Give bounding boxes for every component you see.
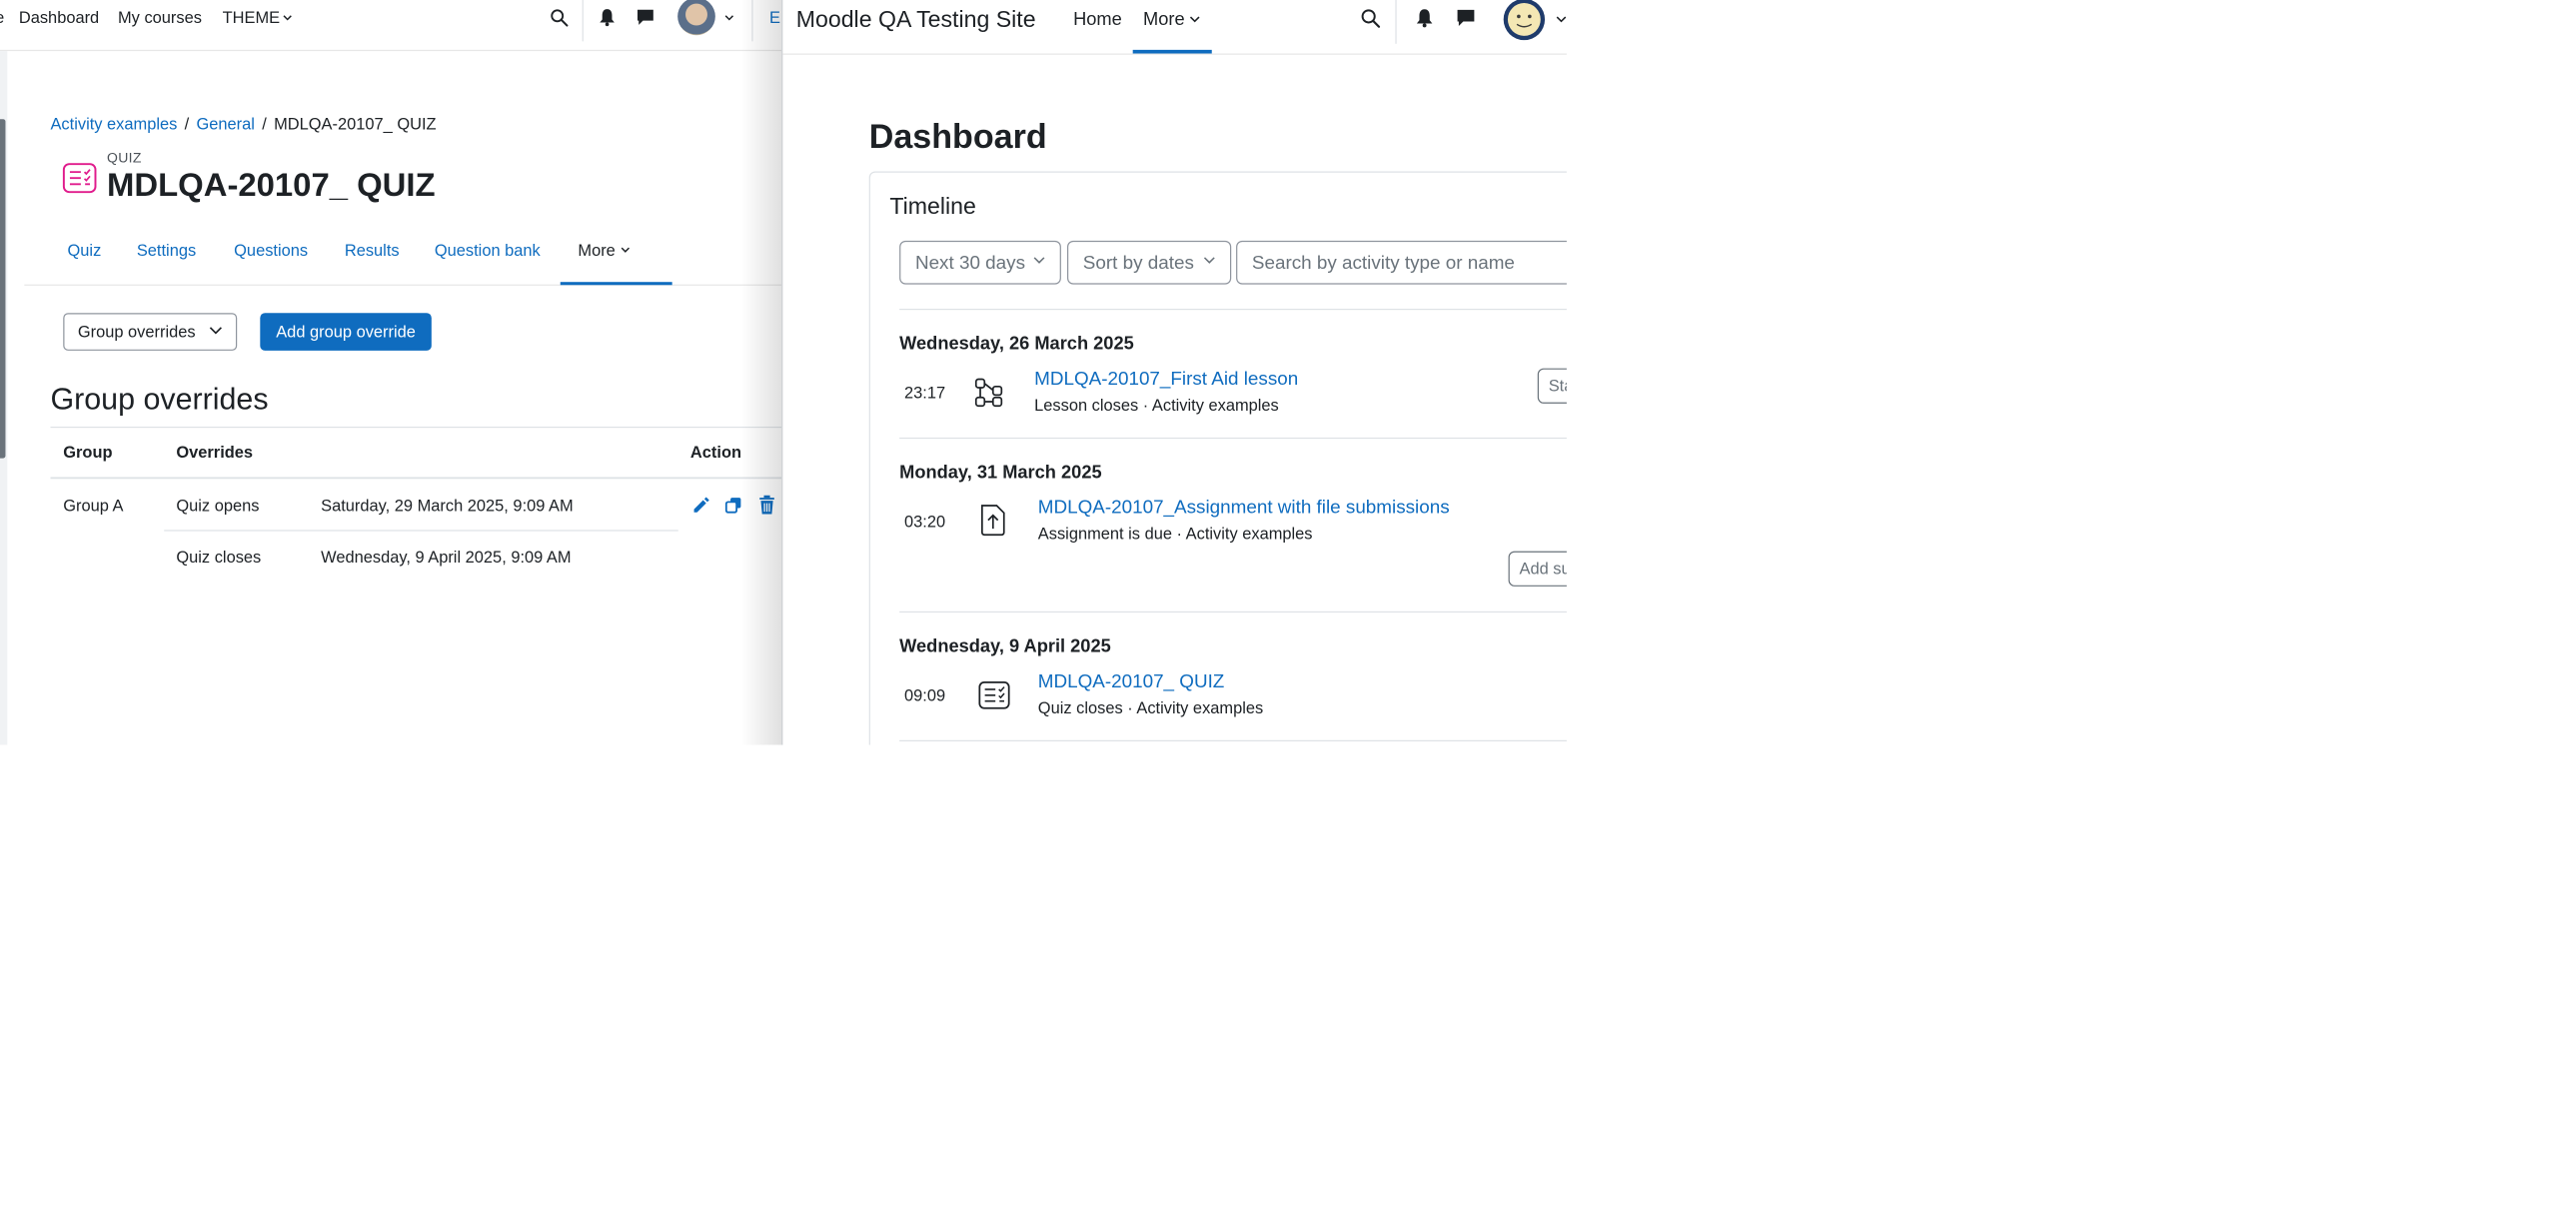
column-header-group: Group [63,443,113,462]
timeline-divider [899,437,1567,440]
event-action-button[interactable]: Add su [1508,551,1567,587]
breadcrumb-general[interactable]: General [197,115,255,133]
nav-more[interactable]: More [1143,9,1185,31]
activity-type-label: QUIZ [107,149,142,166]
scrollbar[interactable] [0,119,6,459]
event-time: 09:09 [904,685,946,704]
event-time: 03:20 [904,512,946,531]
timeline-date-heading: Monday, 31 March 2025 [899,462,1102,483]
nav-item-cut[interactable]: e [0,8,4,27]
timeline-date-heading: Wednesday, 26 March 2025 [899,333,1134,354]
window-shadow [741,0,782,745]
table-header-border [50,477,782,480]
breadcrumb-separator: / [262,114,267,134]
assignment-icon [980,505,1005,537]
right-navbar: Moodle QA Testing Site Home More [782,0,1567,55]
nav-item-my-courses[interactable]: My courses [118,8,202,27]
nav-edit-mode-cut[interactable]: E [769,8,780,27]
timeline-divider [899,308,1567,311]
bell-icon[interactable] [599,7,616,27]
breadcrumb-separator: / [184,114,190,134]
edit-icon[interactable] [691,496,709,514]
nav-divider [582,0,584,42]
event-meta: Assignment is due · Activity examples [1037,524,1313,544]
tab-results[interactable]: Results [345,240,400,262]
screen: e Dashboard My courses THEME [0,0,1567,745]
column-header-action: Action [689,443,742,462]
user-menu-chevron-down-icon[interactable] [1556,16,1567,23]
user-avatar[interactable] [677,0,715,36]
more-chevron-down-icon [1189,16,1200,23]
quiz-icon [978,680,1010,709]
timeline-search-input[interactable]: Search by activity type or name [1236,240,1567,285]
timeline-range-filter[interactable]: Next 30 days [899,240,1061,285]
secondary-navigation: Quiz Settings Questions Results Question… [24,231,782,286]
chevron-down-icon [1033,257,1045,264]
nav-home[interactable]: Home [1073,9,1122,31]
override-value: Wednesday, 9 April 2025, 9:09 AM [321,548,572,567]
section-heading: Group overrides [50,381,269,417]
bell-icon[interactable] [1415,7,1433,28]
theme-chevron-down-icon [283,15,292,21]
tab-quiz[interactable]: Quiz [68,240,102,262]
timeline-divider [899,739,1567,742]
user-avatar[interactable] [1502,0,1546,41]
site-name[interactable]: Moodle QA Testing Site [796,6,1036,33]
tab-questions[interactable]: Questions [234,240,308,262]
tab-more[interactable]: More [578,240,615,262]
event-link[interactable]: MDLQA-20107_Assignment with file submiss… [1038,496,1450,519]
event-meta: Quiz closes · Activity examples [1037,698,1264,717]
override-setting: Quiz closes [176,548,262,567]
breadcrumb: Activity examples / General / MDLQA-20107_ Q… [50,113,436,135]
lesson-icon [974,378,1003,408]
nav-divider [1395,0,1397,44]
right-window: Moodle QA Testing Site Home More Dashboa… [781,0,1567,745]
messages-icon[interactable] [636,7,654,26]
event-link[interactable]: MDLQA-20107_ QUIZ [1038,669,1225,692]
timeline-title: Timeline [889,194,976,220]
event-time: 23:17 [904,383,946,403]
trash-icon[interactable] [758,495,775,515]
left-navbar: e Dashboard My courses THEME [0,0,782,52]
nav-item-theme[interactable]: THEME [223,8,280,27]
event-meta: Lesson closes · Activity examples [1034,396,1279,415]
overrides-type-select[interactable]: Group overrides [63,313,238,351]
nav-divider-2 [751,0,753,42]
timeline-date-heading: Wednesday, 9 April 2025 [899,635,1111,656]
timeline-sort-filter[interactable]: Sort by dates [1066,240,1232,285]
search-placeholder: Search by activity type or name [1251,251,1515,274]
search-icon[interactable] [550,8,569,27]
messages-icon[interactable] [1456,7,1477,28]
left-window: e Dashboard My courses THEME [0,0,782,745]
page-title: Dashboard [868,116,1047,156]
tab-question-bank[interactable]: Question bank [435,240,541,262]
range-filter-value: Next 30 days [914,251,1025,274]
user-menu-chevron-down-icon[interactable] [724,15,734,21]
group-link[interactable]: Group A [63,495,123,517]
quiz-icon [62,163,97,194]
sort-filter-value: Sort by dates [1082,251,1194,274]
chevron-down-icon [1203,257,1215,264]
nav-item-dashboard[interactable]: Dashboard [19,8,99,27]
search-icon[interactable] [1360,8,1381,29]
active-tab-indicator [560,282,672,286]
add-group-override-button[interactable]: Add group override [260,313,432,351]
table-top-border [50,426,782,429]
breadcrumb-current: MDLQA-20107_ QUIZ [274,114,437,134]
breadcrumb-activity-examples[interactable]: Activity examples [50,115,177,133]
chevron-down-icon [209,327,222,335]
active-nav-indicator [1132,49,1212,54]
override-setting: Quiz opens [176,496,260,516]
row-divider [164,530,678,532]
page-title: MDLQA-20107_ QUIZ [107,166,436,204]
override-value: Saturday, 29 March 2025, 9:09 AM [321,496,574,516]
column-header-overrides: Overrides [176,443,254,462]
event-action-button[interactable]: Sta [1537,368,1567,404]
tab-settings[interactable]: Settings [137,240,196,262]
more-chevron-down-icon [621,247,631,253]
copy-icon[interactable] [724,496,742,514]
event-link[interactable]: MDLQA-20107_First Aid lesson [1034,367,1298,390]
overrides-type-value: Group overrides [77,322,196,342]
